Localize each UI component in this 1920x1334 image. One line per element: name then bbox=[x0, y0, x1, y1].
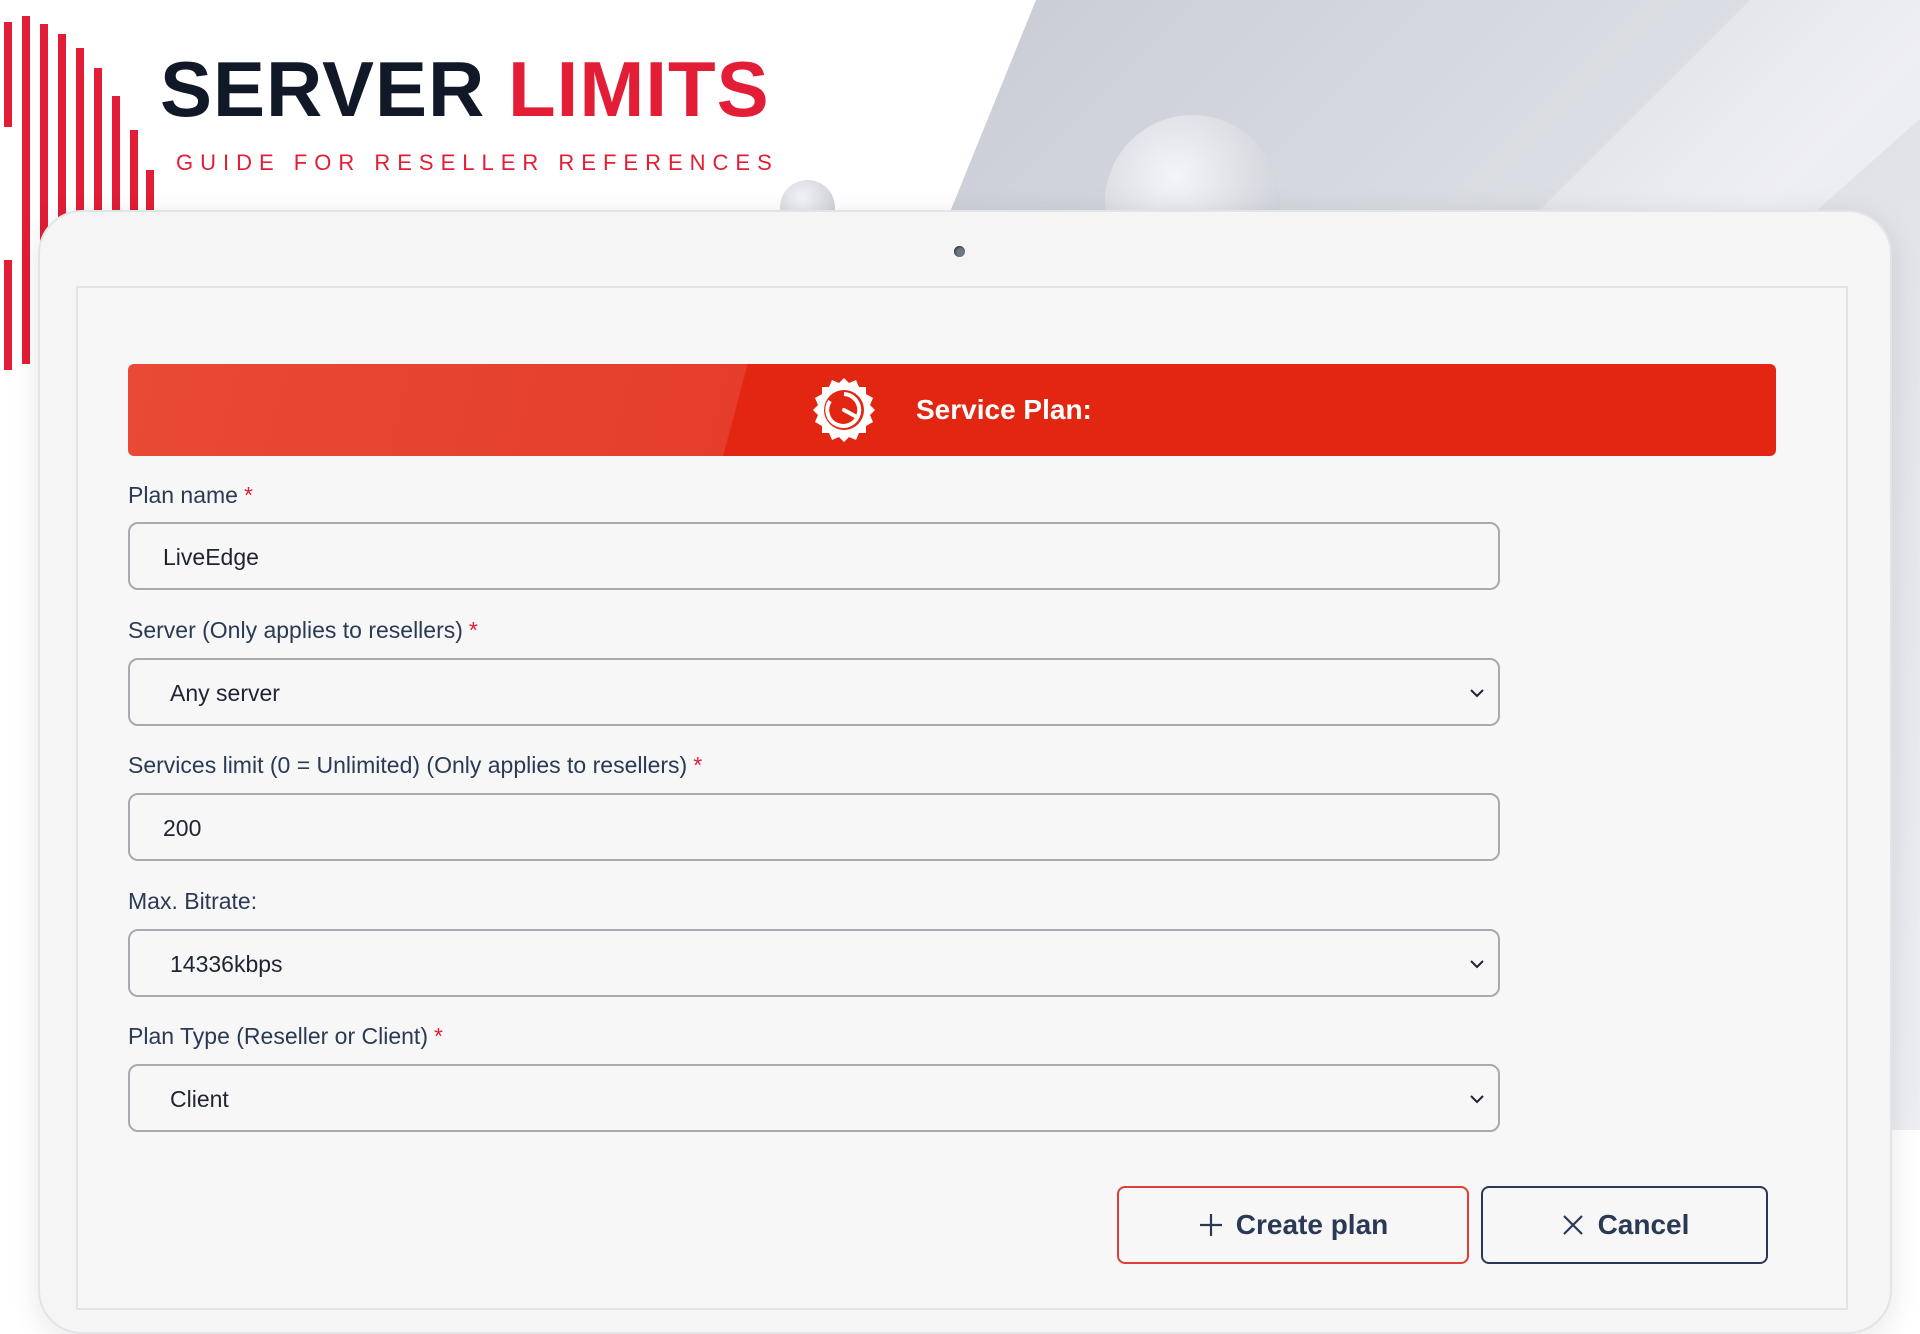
plan-name-label: Plan name * bbox=[128, 482, 253, 509]
max-bitrate-label: Max. Bitrate: bbox=[128, 888, 258, 914]
required-marker: * bbox=[243, 482, 253, 508]
service-plan-title: Service Plan: bbox=[916, 394, 1092, 425]
gauge-badge-icon bbox=[813, 378, 875, 442]
create-plan-button[interactable]: Create plan bbox=[1117, 1186, 1469, 1264]
chevron-down-icon bbox=[1470, 689, 1484, 698]
plan-type-value: Client bbox=[170, 1086, 229, 1112]
chevron-down-icon bbox=[1470, 1095, 1484, 1104]
services-limit-label: Services limit (0 = Unlimited) (Only app… bbox=[128, 752, 702, 779]
plan-type-label: Plan Type (Reseller or Client) * bbox=[128, 1023, 443, 1050]
plan-name-value: LiveEdge bbox=[163, 544, 259, 570]
services-limit-input[interactable]: 200 bbox=[128, 793, 1500, 861]
cancel-button[interactable]: Cancel bbox=[1481, 1186, 1768, 1264]
server-label: Server (Only applies to resellers) * bbox=[128, 617, 478, 644]
brand-title: SERVER LIMITS bbox=[160, 50, 770, 128]
max-bitrate-select[interactable]: 14336kbps bbox=[128, 929, 1500, 997]
close-icon bbox=[1562, 1215, 1583, 1235]
plus-icon bbox=[1199, 1214, 1222, 1236]
plan-name-label-text: Plan name bbox=[128, 482, 238, 508]
brand-title-accent: LIMITS bbox=[508, 45, 770, 133]
chevron-down-icon bbox=[1470, 960, 1484, 969]
required-marker: * bbox=[693, 752, 703, 778]
service-plan-header: Service Plan: bbox=[128, 364, 1776, 456]
webcam-dot bbox=[954, 246, 965, 257]
max-bitrate-value: 14336kbps bbox=[170, 951, 283, 977]
server-select[interactable]: Any server bbox=[128, 658, 1500, 726]
required-marker: * bbox=[468, 617, 478, 643]
brand-title-main: SERVER bbox=[160, 45, 486, 133]
plan-type-label-text: Plan Type (Reseller or Client) bbox=[128, 1023, 428, 1049]
required-marker: * bbox=[433, 1023, 443, 1049]
plan-type-select[interactable]: Client bbox=[128, 1064, 1500, 1132]
server-label-text: Server (Only applies to resellers) bbox=[128, 617, 463, 643]
brand-subtitle: GUIDE FOR RESELLER REFERENCES bbox=[176, 150, 779, 175]
plan-name-input[interactable]: LiveEdge bbox=[128, 522, 1500, 590]
services-limit-label-text: Services limit (0 = Unlimited) (Only app… bbox=[128, 752, 688, 778]
services-limit-value: 200 bbox=[163, 815, 202, 841]
create-plan-label: Create plan bbox=[1235, 1209, 1389, 1240]
cancel-label: Cancel bbox=[1597, 1209, 1690, 1240]
server-value: Any server bbox=[170, 680, 280, 706]
